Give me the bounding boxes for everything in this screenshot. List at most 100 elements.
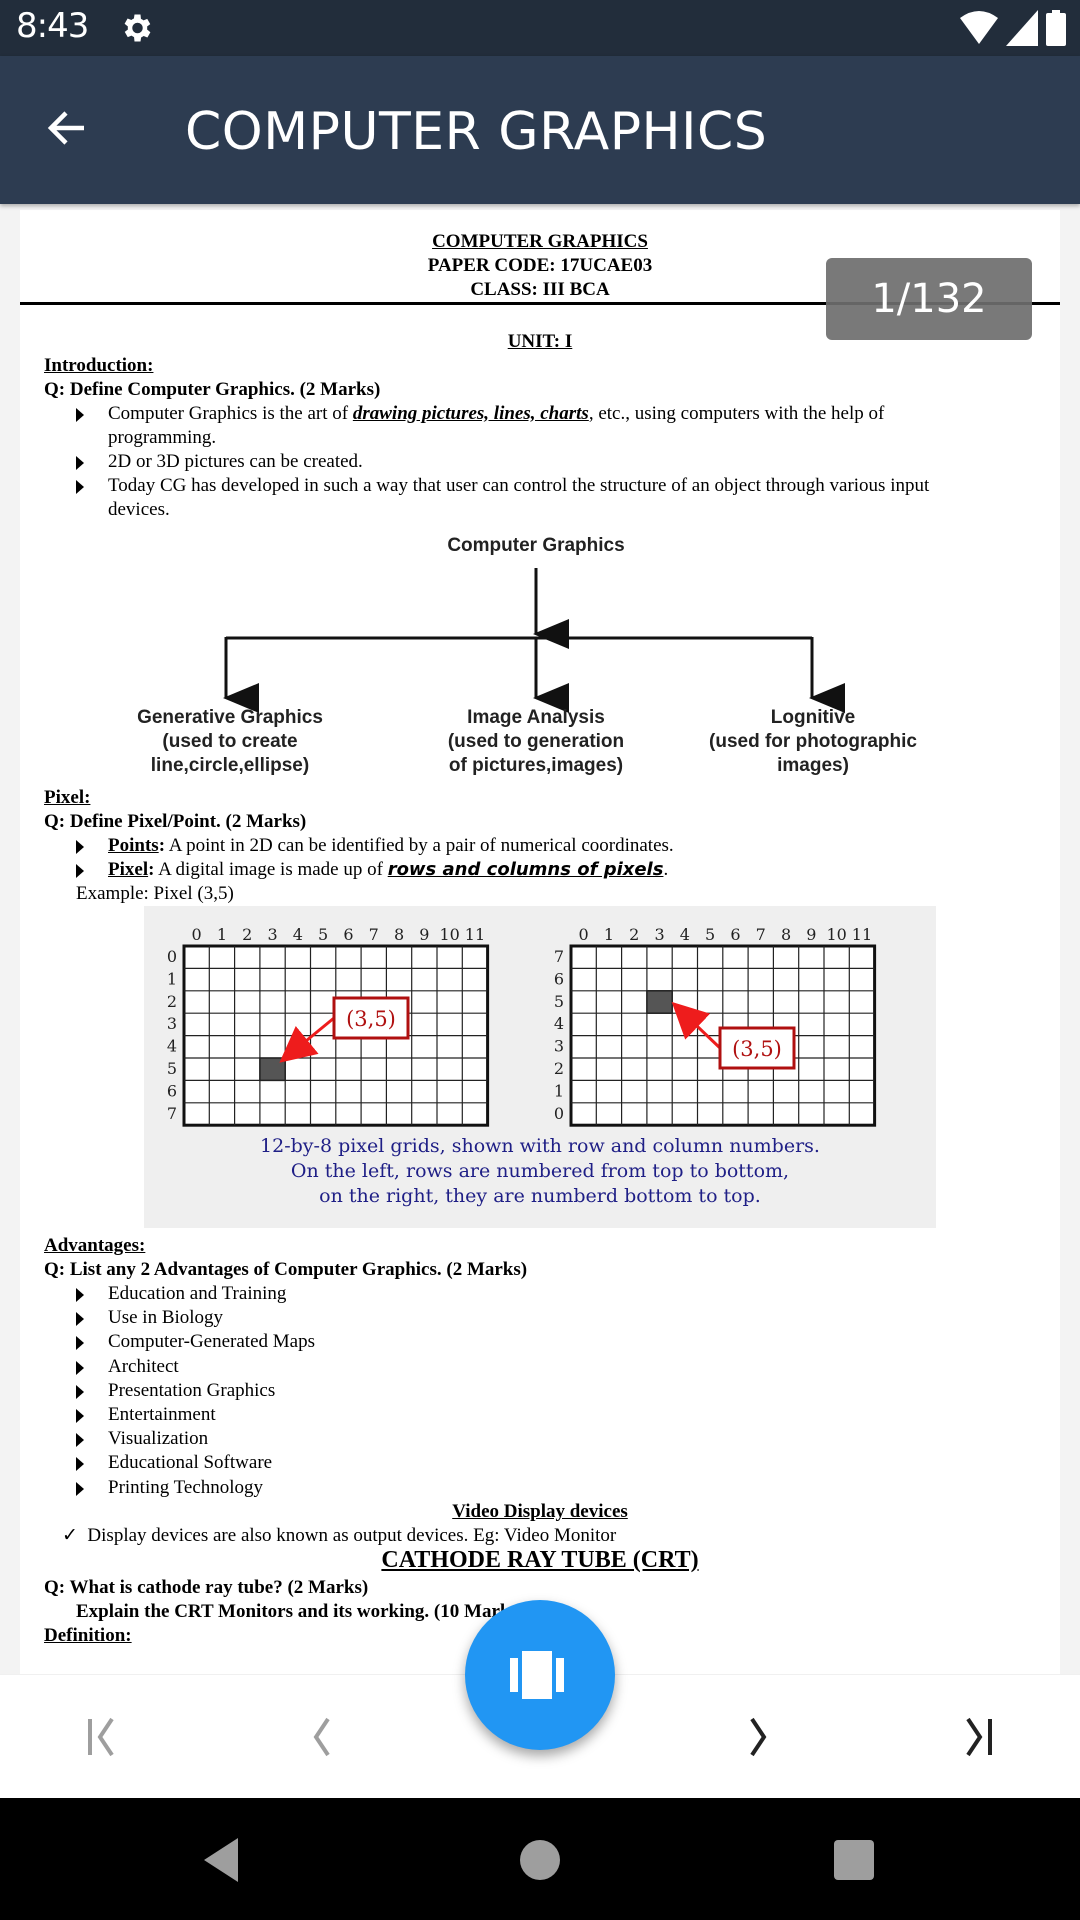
cg-classification-diagram: Computer Graphics Generative Graphics (us… bbox=[130, 530, 950, 780]
bullet-icon bbox=[76, 864, 84, 878]
carousel-icon bbox=[510, 1651, 564, 1699]
figure-caption: 12-by-8 pixel grids, shown with row and … bbox=[260, 1135, 820, 1207]
app-bar: COMPUTER GRAPHICS bbox=[0, 56, 1080, 204]
system-back-icon[interactable] bbox=[190, 1828, 254, 1892]
crt-question-2: Explain the CRT Monitors and its working… bbox=[76, 1601, 525, 1622]
settings-icon bbox=[124, 14, 151, 42]
row-number: 0 bbox=[167, 947, 177, 966]
column-number: 2 bbox=[629, 925, 639, 944]
row-number: 2 bbox=[167, 992, 177, 1011]
row-number: 4 bbox=[554, 1014, 564, 1033]
bullet-icon bbox=[76, 840, 84, 854]
row-number: 5 bbox=[167, 1059, 177, 1078]
checklist-item: ✓ Display devices are also known as outp… bbox=[62, 1525, 617, 1546]
bullet-icon bbox=[76, 1336, 84, 1351]
pixel-grids: 0 1 2 3 4 5 6 7 8 9 10 1101234567(3,5)0 1 2 3 4 5 6 7 8 9 10 1… bbox=[167, 925, 877, 1127]
emphasis-text: rows and columns of pixels bbox=[387, 859, 664, 880]
wifi-icon bbox=[960, 11, 998, 44]
arrow-left-icon[interactable] bbox=[44, 104, 92, 152]
column-number: 8 bbox=[394, 925, 404, 944]
diagram-node: Image Analysis (used to generation of pict… bbox=[447, 707, 625, 776]
status-bar: 8:43 bbox=[0, 0, 1080, 56]
bullet-icon bbox=[76, 1288, 84, 1302]
first-page-icon[interactable] bbox=[72, 1705, 136, 1769]
pdf-viewer[interactable]: COMPUTER GRAPHICS PAPER CODE: 17UCAE03 C… bbox=[0, 204, 1080, 1674]
view-mode-button[interactable] bbox=[465, 1600, 615, 1750]
row-number: 3 bbox=[167, 1014, 177, 1033]
next-page-icon[interactable] bbox=[726, 1705, 790, 1769]
column-number: 1 bbox=[604, 925, 614, 944]
bullet-icon bbox=[76, 480, 84, 494]
advantages-question: Q: List any 2 Advantages of Computer Gra… bbox=[44, 1259, 528, 1280]
video-display-heading: Video Display devices bbox=[452, 1501, 628, 1522]
column-number: 0 bbox=[579, 925, 589, 944]
column-number: 9 bbox=[419, 925, 429, 944]
row-number: 5 bbox=[554, 992, 564, 1011]
battery-icon bbox=[1046, 10, 1066, 46]
bullet-icon bbox=[76, 1409, 84, 1423]
column-number: 6 bbox=[343, 925, 353, 944]
column-number: 4 bbox=[293, 925, 303, 944]
highlighted-pixel bbox=[646, 990, 673, 1014]
column-number: 6 bbox=[730, 925, 740, 944]
column-number: 3 bbox=[267, 925, 277, 944]
document-page: COMPUTER GRAPHICS PAPER CODE: 17UCAE03 C… bbox=[20, 210, 1060, 1674]
document-title: COMPUTER GRAPHICS bbox=[432, 231, 648, 252]
column-number: 9 bbox=[806, 925, 816, 944]
row-number: 2 bbox=[554, 1059, 564, 1078]
system-home-icon[interactable] bbox=[508, 1828, 572, 1892]
row-number: 1 bbox=[554, 1081, 564, 1100]
column-number: 8 bbox=[781, 925, 791, 944]
row-number: 6 bbox=[167, 1081, 177, 1100]
row-number: 3 bbox=[554, 1037, 564, 1056]
highlighted-pixel bbox=[259, 1057, 286, 1082]
pixel-question: Q: Define Pixel/Point. (2 Marks) bbox=[44, 811, 307, 832]
last-page-icon[interactable] bbox=[944, 1705, 1008, 1769]
bullet-icon bbox=[76, 1312, 84, 1327]
column-number: 1 bbox=[217, 925, 227, 944]
crt-question: Q: What is cathode ray tube? (2 Marks) bbox=[44, 1577, 369, 1598]
intro-heading: Introduction: bbox=[44, 355, 154, 376]
column-number: 3 bbox=[654, 925, 664, 944]
previous-page-icon[interactable] bbox=[290, 1705, 354, 1769]
page-counter: 1/132 bbox=[826, 258, 1032, 340]
column-number: 0 bbox=[192, 925, 202, 944]
signal-icon bbox=[1006, 10, 1038, 46]
bullet-icon bbox=[76, 1433, 84, 1448]
bullet-icon bbox=[76, 408, 84, 422]
status-time: 8:43 bbox=[16, 6, 89, 46]
bullet-icon bbox=[76, 1457, 84, 1472]
system-recents-icon[interactable] bbox=[822, 1828, 886, 1892]
app-title: COMPUTER GRAPHICS bbox=[185, 102, 768, 162]
column-number: 2 bbox=[242, 925, 252, 944]
system-navigation-bar bbox=[0, 1798, 1080, 1920]
pixel-heading: Pixel: bbox=[44, 787, 91, 808]
row-number: 7 bbox=[554, 947, 564, 966]
column-number: 10 bbox=[826, 925, 846, 944]
check-icon: ✓ bbox=[62, 1525, 78, 1546]
bullet-icon bbox=[76, 1481, 84, 1496]
column-number: 11 bbox=[465, 925, 485, 944]
diagram-node: Generative Graphics (used to create line,c… bbox=[137, 707, 323, 776]
intro-question: Q: Define Computer Graphics. (2 Marks) bbox=[44, 379, 381, 400]
column-number: 7 bbox=[369, 925, 379, 944]
row-number: 4 bbox=[167, 1037, 177, 1056]
bullet-icon bbox=[76, 1384, 84, 1399]
definition-heading: Definition: bbox=[44, 1625, 132, 1646]
pixel-grid-figure: 0 1 2 3 4 5 6 7 8 9 10 11 0 1 2 3 4 5 6 7 (3,5) 0 1 2 3 4 5 6 7 8 9 10 1… bbox=[144, 906, 936, 1228]
column-number: 7 bbox=[756, 925, 766, 944]
row-number: 7 bbox=[167, 1104, 177, 1123]
column-number: 5 bbox=[705, 925, 715, 944]
advantages-heading: Advantages: bbox=[44, 1235, 146, 1256]
column-number: 11 bbox=[852, 925, 872, 944]
column-number: 5 bbox=[318, 925, 328, 944]
crt-heading: CATHODE RAY TUBE (CRT) bbox=[381, 1547, 699, 1573]
callout-label: (3,5) bbox=[346, 1007, 396, 1031]
column-number: 4 bbox=[680, 925, 690, 944]
bullet-icon bbox=[76, 456, 84, 470]
bullet-icon bbox=[76, 1360, 84, 1375]
diagram-node: Lognitive (used for photographic images) bbox=[709, 707, 917, 776]
pixel-example: Example: Pixel (3,5) bbox=[76, 883, 234, 904]
row-number: 1 bbox=[167, 969, 177, 988]
diagram-root-label: Computer Graphics bbox=[447, 535, 625, 556]
